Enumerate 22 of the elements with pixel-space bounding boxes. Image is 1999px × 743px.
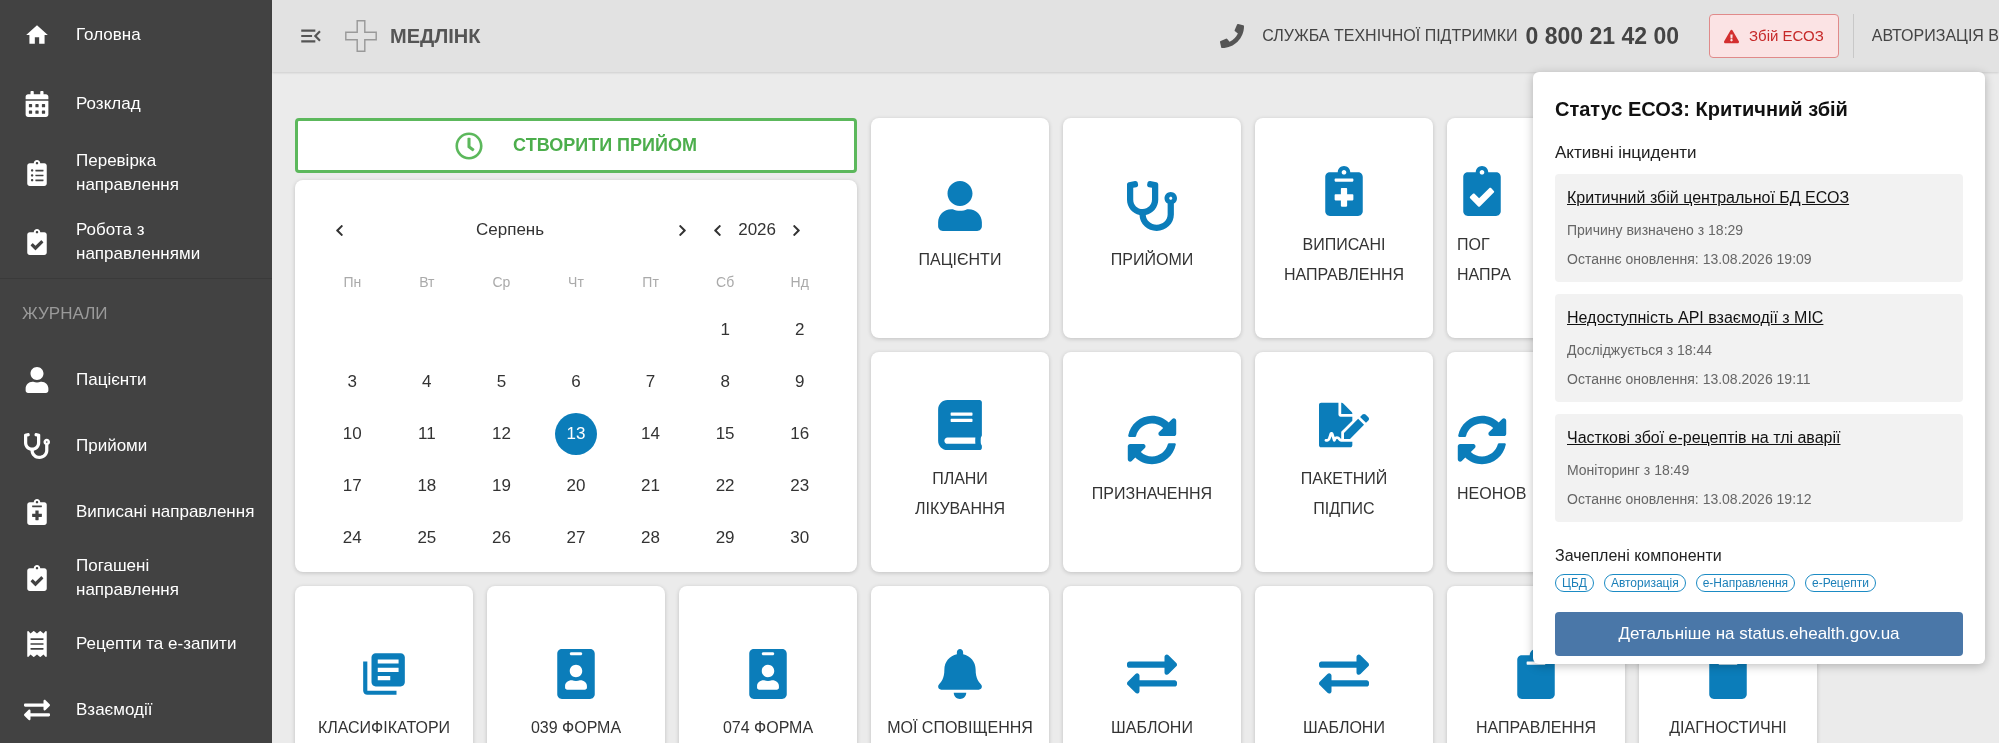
section-heading: ЖУРНАЛИ bbox=[22, 304, 108, 323]
brand-name: МЕДЛІНК bbox=[390, 24, 481, 49]
incident-updated: Останнє оновлення: 13.08.2026 19:11 bbox=[1567, 369, 1812, 389]
month-label: Серпень bbox=[476, 219, 545, 242]
weekday-label: Вт bbox=[419, 272, 435, 292]
incident-status: Причину визначено з 18:29 bbox=[1567, 220, 1745, 240]
section-label: Активні інциденти bbox=[1555, 142, 1698, 164]
weekday-label: Пн bbox=[343, 272, 362, 292]
incident-updated: Останнє оновлення: 13.08.2026 19:09 bbox=[1567, 249, 1813, 269]
incident-status: Досліджується з 18:44 bbox=[1567, 340, 1714, 360]
year-label: 2026 bbox=[738, 219, 776, 242]
incident-status: Моніторинг з 18:49 bbox=[1567, 460, 1691, 480]
popup-title: Статус ЕСОЗ: Критичний збій bbox=[1555, 97, 1849, 122]
weekday-label: Пт bbox=[642, 272, 659, 292]
weekday-label: Сб bbox=[716, 272, 735, 292]
weekday-label: Чт bbox=[568, 272, 584, 292]
incident-updated: Останнє оновлення: 13.08.2026 19:12 bbox=[1567, 489, 1813, 509]
weekday-label: Ср bbox=[492, 272, 511, 292]
weekday-label: Нд bbox=[790, 272, 809, 292]
support-label: СЛУЖБА ТЕХНІЧНОЇ ПІДТРИМКИ bbox=[1262, 26, 1518, 46]
section-label: Зачеплені компоненти bbox=[1555, 545, 1723, 566]
phone-number: 0 800 21 42 00 bbox=[1525, 21, 1679, 51]
